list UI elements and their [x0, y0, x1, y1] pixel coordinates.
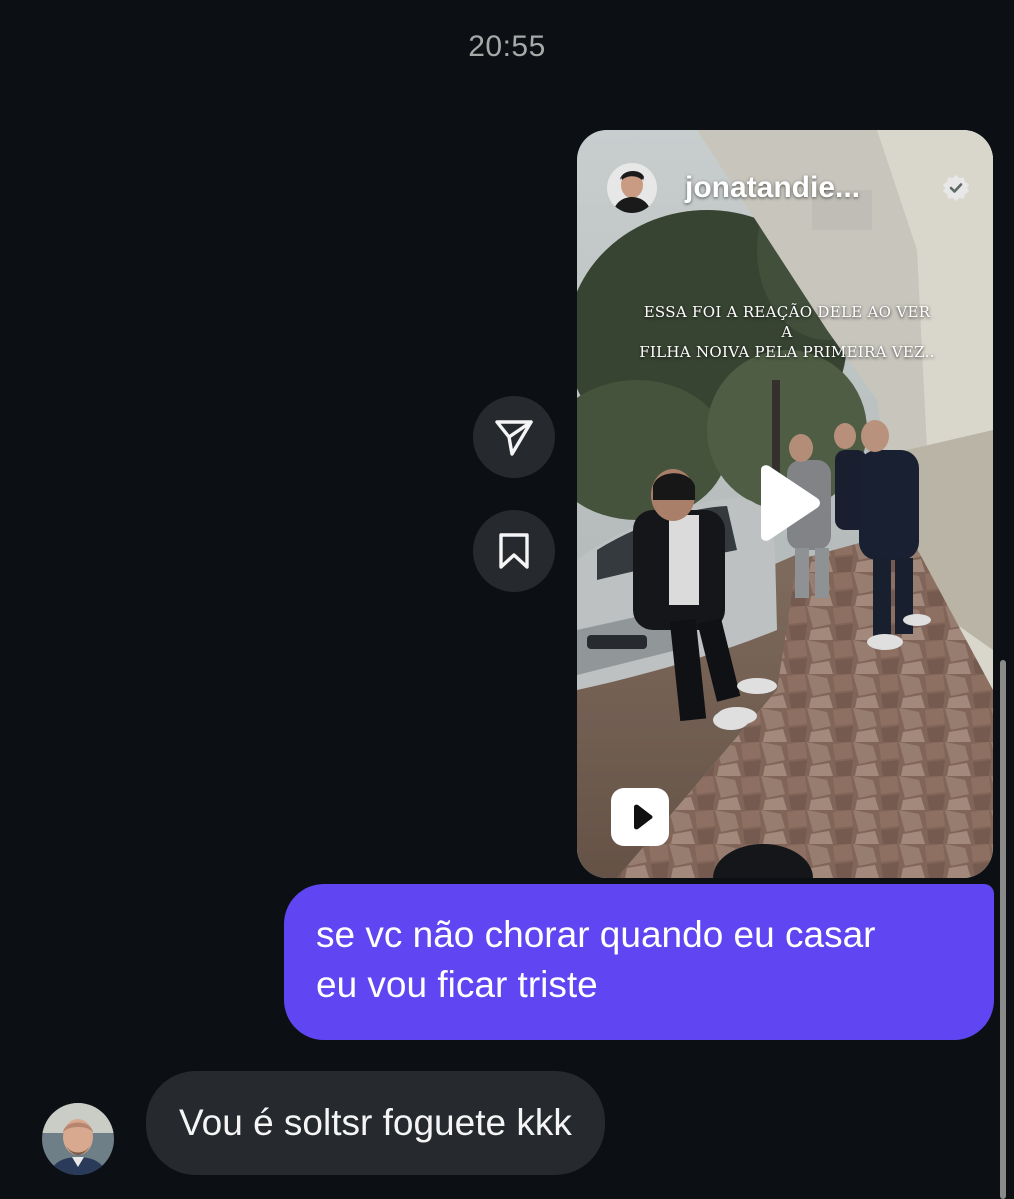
play-icon[interactable]	[749, 464, 823, 542]
incoming-message-bubble[interactable]: Vou é soltsr foguete kkk	[146, 1071, 605, 1175]
dm-thread-screen: 20:55 jonatandie... ESSA FOI A REAÇÃO DE…	[0, 0, 1014, 1199]
reels-icon	[611, 788, 669, 846]
reel-author-username[interactable]: jonatandie...	[685, 171, 941, 205]
message-timestamp: 20:55	[468, 30, 546, 63]
outgoing-message-bubble[interactable]: se vc não chorar quando eu casar eu vou …	[284, 884, 994, 1040]
reel-header: jonatandie...	[607, 160, 971, 216]
scrollbar[interactable]	[1000, 660, 1006, 1199]
message-text-line: se vc não chorar quando eu casar	[316, 914, 876, 955]
bookmark-icon	[499, 533, 529, 569]
reel-caption: ESSA FOI A REAÇÃO DELE AO VER A FILHA NO…	[637, 302, 937, 362]
verified-badge-icon	[943, 175, 969, 201]
send-icon	[495, 420, 533, 456]
reel-caption-line: FILHA NOIVA PELA PRIMEIRA VEZ..	[639, 343, 935, 361]
message-text-line: eu vou ficar triste	[316, 964, 598, 1005]
sender-avatar[interactable]	[42, 1103, 114, 1175]
share-button[interactable]	[473, 396, 555, 478]
save-button[interactable]	[473, 510, 555, 592]
shared-reel-card[interactable]: jonatandie... ESSA FOI A REAÇÃO DELE AO …	[577, 130, 993, 878]
reel-caption-line: ESSA FOI A REAÇÃO DELE AO VER A	[643, 303, 931, 341]
reel-author-avatar[interactable]	[607, 163, 657, 213]
